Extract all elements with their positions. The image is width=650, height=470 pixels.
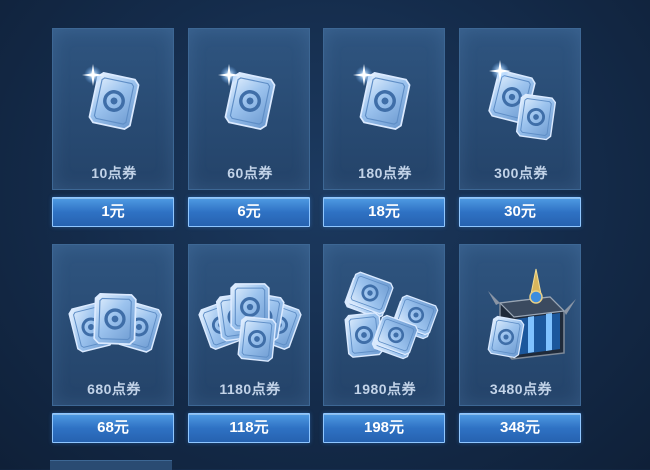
coupon-shop-grid: 10点券 1元 60点券 6元 180点券 18元 300点券 30元 680点… (0, 0, 650, 470)
coupon-amount: 10点券 (91, 165, 137, 181)
single-coupon-icon (82, 64, 142, 132)
item-tile[interactable]: 300点券 (459, 28, 581, 190)
coupon-amount: 1980点券 (353, 381, 417, 397)
buy-button-6[interactable]: 6元 (188, 197, 310, 227)
coupon-amount: 680点券 (87, 381, 141, 397)
single-coupon-icon (218, 64, 278, 132)
buy-button-198[interactable]: 198元 (323, 413, 445, 443)
item-tile[interactable]: 3480点券 (459, 244, 581, 406)
item-tile[interactable]: 1180点券 (188, 244, 310, 406)
coupon-stacks-icon (342, 269, 440, 362)
item-tile[interactable]: 180点券 (323, 28, 445, 190)
coupon-amount: 3480点券 (489, 381, 553, 397)
coupon-amount: 300点券 (494, 165, 548, 181)
buy-button-18[interactable]: 18元 (323, 197, 445, 227)
treasure-chest-icon (486, 268, 576, 360)
item-tile[interactable]: 60点券 (188, 28, 310, 190)
buy-button-118[interactable]: 118元 (188, 413, 310, 443)
coupon-amount: 1180点券 (219, 381, 281, 397)
coupon-amount: 60点券 (227, 165, 273, 181)
item-tile[interactable]: 680点券 (52, 244, 174, 406)
coupon-fan-icon (66, 291, 164, 355)
buy-button-68[interactable]: 68元 (52, 413, 174, 443)
buy-button-1[interactable]: 1元 (52, 197, 174, 227)
item-tile[interactable]: 1980点券 (323, 244, 445, 406)
coupon-large-fan-icon (196, 282, 304, 363)
double-coupon-icon (486, 60, 558, 142)
coupon-amount: 180点券 (358, 165, 412, 181)
buy-button-30[interactable]: 30元 (459, 197, 581, 227)
single-coupon-icon (353, 64, 413, 132)
buy-button-348[interactable]: 348元 (459, 413, 581, 443)
item-tile[interactable]: 10点券 (52, 28, 174, 190)
